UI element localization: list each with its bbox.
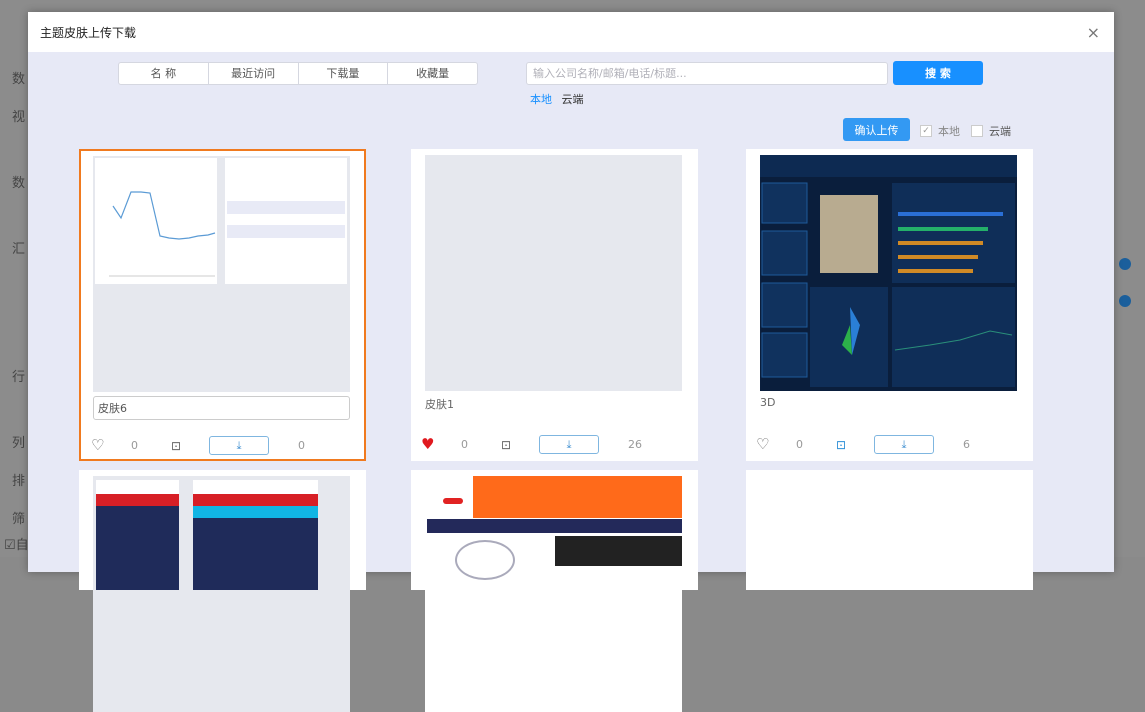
skin-card[interactable] [79,470,366,712]
lock-icon[interactable]: ⊡ [501,435,511,455]
download-count: 6 [963,438,970,451]
cloud-checkbox[interactable] [971,125,983,137]
like-count: 0 [796,438,803,451]
skin-thumbnail [760,155,1017,391]
skin-card[interactable] [746,470,1033,590]
skin-card[interactable]: 皮肤1 ♥ 0 ⊡ ⤓ 26 [411,149,698,461]
download-icon: ⤓ [566,438,572,451]
unlock-icon[interactable]: ⊡ [836,435,846,455]
skin-thumbnail [425,476,682,712]
download-icon: ⤓ [901,438,907,451]
bg-label: 汇 [12,242,26,257]
like-count: 0 [461,438,468,451]
skin-name: 3D [760,396,776,409]
bg-checkbox: ☑自 [4,538,29,553]
download-count: 26 [628,438,642,451]
source-cloud-link[interactable]: 云端 [562,93,584,106]
download-button[interactable]: ⤓ [874,435,934,454]
bg-label: 数 [12,176,26,191]
download-count: 0 [298,439,305,452]
download-icon: ⤓ [236,439,242,452]
bg-label: 排 [12,474,26,489]
modal-title: 主题皮肤上传下载 [40,25,137,40]
bg-label: 行 [12,370,26,385]
search-input[interactable] [526,62,888,85]
confirm-upload-button[interactable]: 确认上传 [843,118,910,141]
bg-label: 筛 [12,512,26,527]
skin-thumbnail [425,155,682,391]
background-right-panel [1114,0,1145,557]
skin-thumbnail [93,156,350,392]
skin-name-input[interactable] [93,396,350,420]
heart-filled-icon[interactable]: ♥ [421,435,434,453]
sort-tabs: 名 称 最近访问 下载量 收藏量 [118,62,478,85]
skin-card[interactable] [411,470,698,712]
bg-label: 列 [12,436,26,451]
cloud-checkbox-label: 云端 [989,125,1011,138]
search-button[interactable]: 搜 索 [893,61,983,85]
skin-name: 皮肤1 [425,398,454,411]
skin-thumbnail [93,476,350,712]
skin-card[interactable]: 3D ♡ 0 ⊡ ⤓ 6 [746,149,1033,461]
heart-icon[interactable]: ♡ [91,436,104,454]
source-local-link[interactable]: 本地 [530,93,552,106]
local-checkbox[interactable]: ✓ [920,125,932,137]
skin-modal: 主题皮肤上传下载 × 名 称 最近访问 下载量 收藏量 搜 索 本地 云端 确认… [28,12,1114,712]
slider-handle [1119,295,1131,307]
download-button[interactable]: ⤓ [209,436,269,455]
sort-tab-recent[interactable]: 最近访问 [209,63,299,84]
download-button[interactable]: ⤓ [539,435,599,454]
close-icon[interactable]: × [1087,23,1100,42]
heart-icon[interactable]: ♡ [756,435,769,453]
like-count: 0 [131,439,138,452]
bg-label: 数 [12,72,26,87]
sort-tab-favorites[interactable]: 收藏量 [388,63,477,84]
sort-tab-name[interactable]: 名 称 [119,63,209,84]
slider-handle [1119,258,1131,270]
bg-label: 视 [12,110,26,125]
sort-tab-downloads[interactable]: 下载量 [299,63,389,84]
lock-icon[interactable]: ⊡ [171,436,181,456]
local-checkbox-label: 本地 [938,125,960,138]
skin-card[interactable]: ♡ 0 ⊡ ⤓ 0 [79,149,366,461]
